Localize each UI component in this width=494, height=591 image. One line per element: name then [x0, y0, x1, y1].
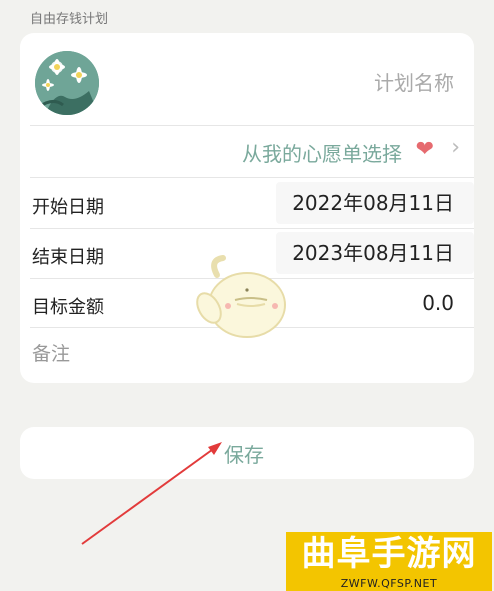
- chevron-right-icon: ›: [451, 135, 460, 160]
- start-date-field[interactable]: 2022年08月11日: [276, 182, 474, 224]
- plan-name-input[interactable]: 计划名称: [374, 67, 454, 96]
- plan-card: 计划名称 从我的心愿单选择 ❤ › 开始日期 2022年08月11日 结束日期 …: [20, 33, 474, 383]
- save-card: 保存: [20, 427, 474, 479]
- heart-icon: ❤: [415, 137, 434, 162]
- flower-photo-icon: [35, 51, 99, 115]
- watermark-subtitle: ZWFW.QFSP.NET: [340, 577, 438, 590]
- target-amount-label: 目标金额: [32, 297, 104, 318]
- wishlist-select-row[interactable]: 从我的心愿单选择 ❤ ›: [20, 125, 474, 177]
- end-date-label: 结束日期: [32, 247, 104, 268]
- wishlist-select-label: 从我的心愿单选择: [242, 142, 402, 166]
- section-label: 自由存钱计划: [30, 12, 109, 27]
- target-amount-field[interactable]: 0.0: [276, 282, 474, 324]
- start-date-row: 开始日期 2022年08月11日: [20, 179, 474, 228]
- watermark-logo: 曲阜手游网 ZWFW.QFSP.NET: [286, 532, 492, 591]
- end-date-field[interactable]: 2023年08月11日: [276, 232, 474, 274]
- plan-avatar[interactable]: [35, 51, 99, 115]
- chick-mascot-icon: [196, 255, 286, 338]
- save-button[interactable]: 保存: [224, 439, 264, 468]
- note-input[interactable]: 备注: [32, 339, 70, 366]
- watermark-title: 曲阜手游网: [301, 534, 477, 574]
- start-date-label: 开始日期: [32, 197, 104, 218]
- divider: [30, 177, 474, 178]
